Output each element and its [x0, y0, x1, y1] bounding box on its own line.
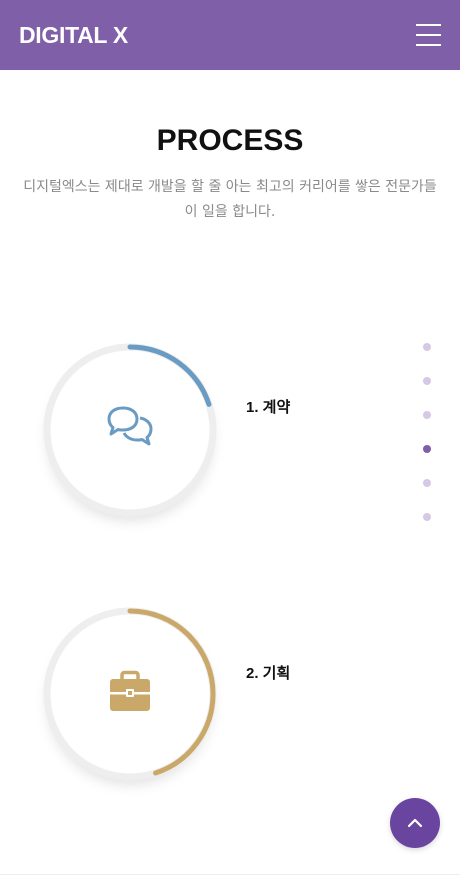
section-title: PROCESS	[156, 124, 304, 157]
footer-divider	[0, 874, 460, 875]
process-step-2: 2. 기획	[0, 604, 460, 784]
section-description: 디지털엑스는 제대로 개발을 할 줄 아는 최고의 커리어를 쌓은 전문가들이 …	[23, 179, 437, 220]
site-header: DIGITAL X	[0, 0, 460, 70]
menu-bar	[416, 24, 441, 26]
briefcase-icon	[110, 670, 150, 711]
pagination-dot[interactable]	[423, 479, 431, 487]
step-label: 1. 계약	[246, 399, 291, 416]
pagination-dot[interactable]	[423, 377, 431, 385]
comments-icon	[107, 406, 153, 446]
pagination-dot[interactable]	[423, 445, 431, 453]
process-step-1: 1. 계약	[0, 340, 460, 520]
scroll-to-top-button[interactable]	[390, 798, 440, 848]
step-label: 2. 기획	[246, 665, 291, 682]
chevron-up-icon	[407, 818, 423, 828]
progress-circle	[40, 604, 220, 784]
pagination-dot[interactable]	[423, 513, 431, 521]
pagination-dots	[420, 343, 434, 527]
menu-bar	[416, 44, 441, 46]
progress-circle	[40, 340, 220, 520]
pagination-dot[interactable]	[423, 343, 431, 351]
site-logo[interactable]: DIGITAL X	[19, 22, 128, 49]
hamburger-icon[interactable]	[416, 24, 441, 46]
pagination-dot[interactable]	[423, 411, 431, 419]
menu-bar	[416, 34, 441, 36]
